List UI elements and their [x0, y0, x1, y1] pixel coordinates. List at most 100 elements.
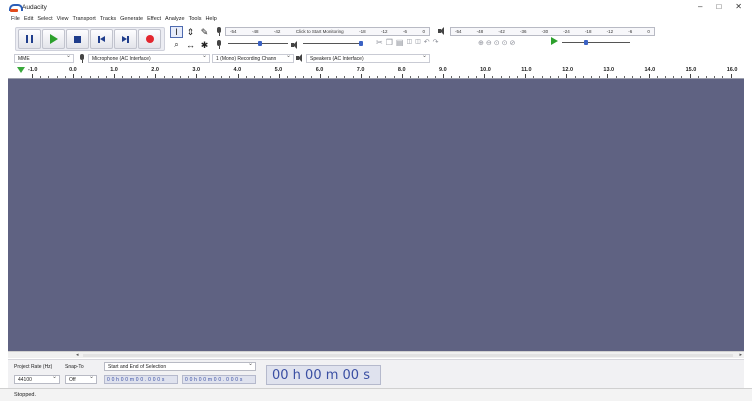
recording-device-dropdown[interactable]: Microphone (AC Interface) [88, 52, 210, 63]
ruler-minor-tick [541, 76, 543, 78]
slider-thumb[interactable] [258, 41, 262, 46]
ruler-minor-tick [188, 76, 190, 78]
timeline-options-icon[interactable] [17, 67, 25, 73]
ruler-minor-tick [56, 76, 58, 78]
meter-tick: 0 [647, 28, 650, 34]
play-button[interactable] [42, 29, 65, 49]
stop-button[interactable] [66, 29, 89, 49]
track-area[interactable] [8, 79, 744, 351]
zoom-toolbar: ⊕ ⊖ ⊙ ⊙ ⊘ [478, 39, 515, 47]
skip-to-end-button[interactable] [114, 29, 137, 49]
ruler-minor-tick [336, 76, 338, 78]
selection-tool-icon[interactable]: I [170, 26, 183, 38]
ruler-tick [319, 74, 321, 78]
zoom-in-icon[interactable]: ⊕ [478, 39, 484, 47]
ruler-minor-tick [533, 76, 535, 78]
menu-help[interactable]: Help [205, 15, 216, 24]
play-speed-slider[interactable] [562, 38, 630, 47]
recording-channels-dropdown[interactable]: 1 (Mono) Recording Chann [212, 52, 294, 63]
meter-tick: -18 [359, 28, 366, 34]
audio-host-dropdown[interactable]: MME [14, 52, 74, 63]
scroll-right-icon[interactable]: ▸ [739, 352, 742, 358]
cut-icon[interactable]: ✂ [376, 38, 383, 47]
playback-volume-slider[interactable] [303, 39, 363, 48]
ruler-minor-tick [171, 76, 173, 78]
ruler-minor-tick [253, 76, 255, 78]
ruler-minor-tick [270, 76, 272, 78]
scroll-left-icon[interactable]: ◂ [76, 352, 79, 358]
slider-thumb[interactable] [359, 41, 363, 46]
audio-position-display[interactable]: 00 h 00 m 00 s [266, 365, 381, 385]
ruler-label: 16.0 [726, 67, 738, 73]
copy-icon[interactable]: ❐ [386, 38, 393, 47]
ruler-minor-tick [295, 76, 297, 78]
redo-icon[interactable]: ↷ [433, 38, 439, 47]
draw-tool-icon[interactable]: ✎ [198, 26, 211, 38]
zoom-out-icon[interactable]: ⊖ [486, 39, 492, 47]
menu-tracks[interactable]: Tracks [100, 15, 116, 24]
ruler-label: 13.0 [603, 67, 615, 73]
meter-tick: 0 [422, 28, 425, 34]
zoom-tool-icon[interactable]: ⌕ [170, 39, 183, 51]
menu-generate[interactable]: Generate [120, 15, 143, 24]
recording-meter-scale[interactable]: -54 -48 -42 Click to Start Monitoring -1… [225, 26, 430, 36]
ruler-minor-tick [163, 76, 165, 78]
scrollbar-thumb[interactable] [83, 354, 733, 357]
time-shift-tool-icon[interactable]: ↔ [184, 39, 197, 51]
trim-icon[interactable]: ◫ [406, 38, 412, 47]
minimize-button[interactable]: – [698, 2, 702, 11]
selection-start-time[interactable]: 0 0 h 0 0 m 0 0 . 0 0 0 s [104, 375, 178, 384]
ruler-label: 7.0 [356, 67, 365, 73]
skip-to-start-button[interactable] [90, 29, 113, 49]
ruler-minor-tick [722, 76, 724, 78]
stop-icon [74, 35, 81, 43]
pause-button[interactable] [18, 29, 41, 49]
ruler-label: 2.0 [151, 67, 159, 73]
playback-device-dropdown[interactable]: Speakers (AC Interface) [306, 52, 430, 63]
ruler-tick [237, 74, 239, 78]
horizontal-scrollbar[interactable]: ◂ ▸ [8, 351, 744, 358]
silence-icon[interactable]: ◫ [415, 38, 421, 47]
ruler-tick [607, 74, 609, 78]
ruler-minor-tick [229, 76, 231, 78]
menu-edit[interactable]: Edit [24, 15, 33, 24]
ruler-minor-tick [327, 76, 329, 78]
fit-project-icon[interactable]: ⊙ [502, 39, 508, 47]
play-at-speed-icon[interactable] [551, 37, 558, 45]
menu-tools[interactable]: Tools [189, 15, 202, 24]
selection-end-time[interactable]: 0 0 h 0 0 m 0 0 . 0 0 0 s [182, 375, 256, 384]
ruler-tick [196, 74, 198, 78]
close-button[interactable]: ✕ [735, 2, 742, 11]
recording-volume-slider[interactable] [228, 39, 288, 48]
ruler-label: 9.0 [439, 67, 447, 73]
start-monitoring-label[interactable]: Click to Start Monitoring [296, 29, 344, 34]
selection-mode-dropdown[interactable]: Start and End of Selection [104, 360, 256, 371]
menu-select[interactable]: Select [37, 15, 52, 24]
menu-analyze[interactable]: Analyze [165, 15, 185, 24]
menu-effect[interactable]: Effect [147, 15, 161, 24]
undo-icon[interactable]: ↶ [424, 38, 430, 47]
ruler-minor-tick [714, 76, 716, 78]
menu-file[interactable]: File [11, 15, 20, 24]
paste-icon[interactable]: ▤ [396, 38, 404, 47]
menu-transport[interactable]: Transport [72, 15, 95, 24]
ruler-minor-tick [245, 76, 247, 78]
playback-meter-scale[interactable]: -54 -48 -42 -36 -30 -24 -18 -12 -6 0 [450, 26, 655, 36]
speaker-icon[interactable] [438, 27, 447, 35]
slider-thumb[interactable] [584, 40, 588, 45]
record-button[interactable] [138, 29, 161, 49]
menu-view[interactable]: View [57, 15, 69, 24]
timeline-ruler[interactable]: -1.0 0.0 1.0 2.0 3.0 4.0 5.0 6.0 7.0 8.0 9.0 10.0 11… [8, 64, 744, 79]
ruler-minor-tick [122, 76, 124, 78]
project-rate-dropdown[interactable]: 44100 [14, 373, 60, 384]
envelope-tool-icon[interactable]: ⇕ [184, 26, 197, 38]
tools-toolbar: I ⇕ ✎ ⌕ ↔ ✱ [170, 26, 212, 51]
snap-to-dropdown[interactable]: Off [65, 373, 97, 384]
ruler-tick [525, 74, 527, 78]
multi-tool-icon[interactable]: ✱ [198, 39, 211, 51]
maximize-button[interactable]: □ [716, 2, 721, 11]
microphone-icon[interactable] [216, 26, 222, 36]
fit-selection-icon[interactable]: ⊙ [494, 39, 500, 47]
selection-toolbar: Project Rate (Hz) 44100 Snap-To Off Star… [8, 359, 744, 388]
zoom-toggle-icon[interactable]: ⊘ [510, 39, 516, 47]
